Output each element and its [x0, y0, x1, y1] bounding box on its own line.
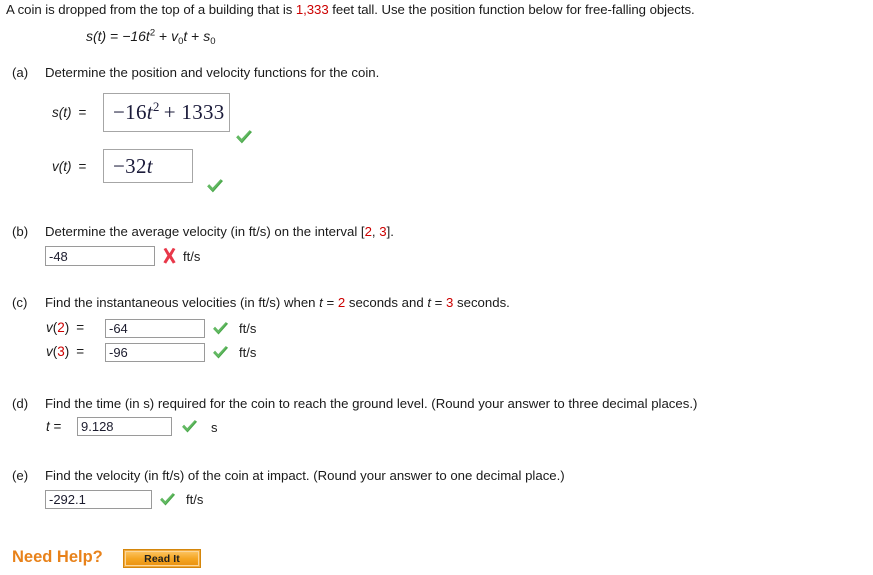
- part-c-row-0-correct-icon: [211, 320, 230, 337]
- part-d-unit: s: [211, 420, 218, 435]
- part-c-prompt-p3: seconds and: [345, 295, 428, 310]
- part-a-row-0-label: s(t) =: [52, 105, 86, 120]
- instantaneous-velocity-t2-input[interactable]: [105, 319, 205, 338]
- problem-statement-text-after: feet tall. Use the position function bel…: [328, 2, 695, 17]
- part-c-letter: (c): [12, 295, 28, 310]
- part-c-row-0-argument: 2: [57, 320, 65, 335]
- ground-time-input[interactable]: [77, 417, 172, 436]
- position-function-answer-math: −16t2 + 1333: [113, 100, 225, 125]
- part-c-row-1-label: v(3) =: [46, 344, 84, 359]
- part-d-prompt: Find the time (in s) required for the co…: [45, 396, 698, 411]
- formula-equals: =: [106, 28, 123, 44]
- part-c-row-0-close-paren: ): [64, 320, 70, 335]
- average-velocity-input[interactable]: [45, 246, 155, 266]
- part-a-row-0-equals: =: [78, 105, 87, 120]
- part-c-row-1-unit: ft/s: [239, 345, 257, 360]
- part-c-row-0-equals: =: [76, 320, 85, 335]
- velocity-function-answer-math: −32t: [113, 154, 153, 179]
- part-c-row-1-argument: 3: [57, 344, 65, 359]
- part-c-prompt-p4: =: [431, 295, 447, 310]
- part-c-row-0-unit: ft/s: [239, 321, 257, 336]
- part-a-row-1-equals: =: [78, 159, 87, 174]
- part-c-row-1-function: v: [46, 344, 53, 359]
- need-help-label: Need Help?: [12, 548, 103, 566]
- part-a-row-1-correct-icon: [205, 177, 225, 195]
- part-b-interval-lower: 2: [364, 224, 372, 239]
- part-a-prompt: Determine the position and velocity func…: [45, 65, 380, 80]
- part-c-prompt-p5: seconds.: [453, 295, 510, 310]
- part-e-unit: ft/s: [186, 492, 204, 507]
- velocity-answer-variable: t: [146, 153, 153, 178]
- part-a-letter: (a): [12, 65, 29, 80]
- part-a-row-1-label: v(t) =: [52, 159, 86, 174]
- part-c-row-1-close-paren: ): [64, 344, 70, 359]
- part-c-prompt: Find the instantaneous velocities (in ft…: [45, 295, 510, 310]
- part-c-row-0-label: v(2) =: [46, 320, 84, 335]
- part-a-row-0-correct-icon: [234, 128, 254, 146]
- part-e-correct-icon: [158, 491, 177, 508]
- part-b-incorrect-icon: [161, 247, 178, 265]
- formula-plus-1: +: [155, 28, 172, 44]
- part-a-row-1-argument: (t): [58, 159, 72, 174]
- part-d-equals: =: [49, 419, 62, 434]
- problem-statement-text-before: A coin is dropped from the top of a buil…: [6, 2, 296, 17]
- part-c-prompt-p2: =: [322, 295, 338, 310]
- position-answer-coefficient: −16: [113, 100, 147, 124]
- part-b-prompt-before: Determine the average velocity (in ft/s)…: [45, 224, 365, 239]
- part-b-unit: ft/s: [183, 249, 201, 264]
- position-function-formula: s(t) = −16t2 + v0t + s0: [86, 28, 216, 48]
- part-b-prompt-after: ].: [386, 224, 394, 239]
- formula-term3-subscript: 0: [210, 36, 216, 48]
- part-c-row-0-function: v: [46, 320, 53, 335]
- formula-plus-2: +: [187, 28, 204, 44]
- position-function-answer-box[interactable]: −16t2 + 1333: [103, 93, 230, 132]
- part-a-row-0-function: s: [52, 105, 59, 120]
- part-c-row-1-equals: =: [76, 344, 85, 359]
- impact-velocity-input[interactable]: [45, 490, 152, 509]
- problem-statement: A coin is dropped from the top of a buil…: [6, 2, 695, 17]
- formula-term1-coefficient: −16t: [122, 28, 150, 44]
- part-b-letter: (b): [12, 224, 29, 239]
- instantaneous-velocity-t3-input[interactable]: [105, 343, 205, 362]
- part-b-interval-upper: 3: [379, 224, 387, 239]
- velocity-function-answer-box[interactable]: −32t: [103, 149, 193, 183]
- part-d-correct-icon: [180, 418, 199, 435]
- part-e-letter: (e): [12, 468, 29, 483]
- part-e-prompt: Find the velocity (in ft/s) of the coin …: [45, 468, 565, 483]
- read-it-button-label: Read It: [125, 551, 199, 566]
- building-height-value: 1,333: [295, 2, 329, 17]
- part-d-label: t =: [46, 419, 61, 434]
- position-answer-constant: + 1333: [163, 100, 225, 124]
- part-a-row-1-function: v: [52, 159, 59, 174]
- part-c-row-1-correct-icon: [211, 344, 230, 361]
- part-b-prompt: Determine the average velocity (in ft/s)…: [45, 224, 394, 239]
- part-a-row-0-argument: (t): [58, 105, 72, 120]
- read-it-button[interactable]: Read It: [123, 549, 201, 568]
- part-c-prompt-p1: Find the instantaneous velocities (in ft…: [45, 295, 320, 310]
- velocity-answer-coefficient: −32: [113, 153, 147, 178]
- part-d-letter: (d): [12, 396, 29, 411]
- position-answer-exponent: 2: [152, 99, 160, 114]
- formula-lhs: s(t): [86, 28, 107, 44]
